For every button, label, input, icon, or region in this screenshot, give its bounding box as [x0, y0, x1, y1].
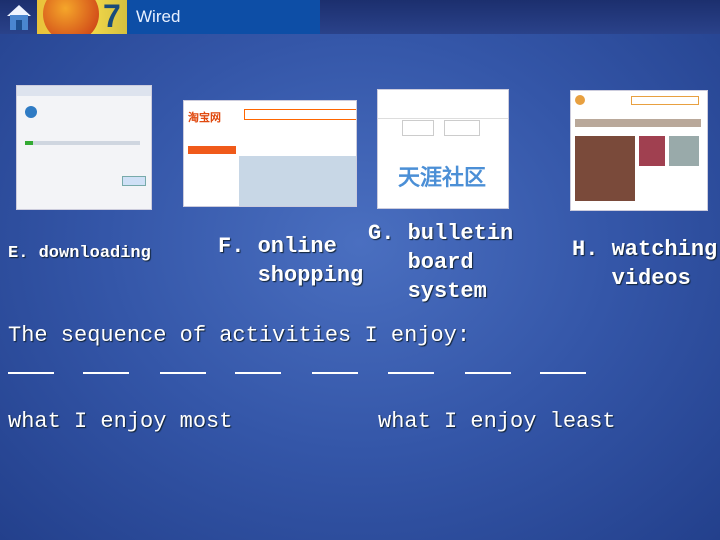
taobao-website-screenshot: 淘宝网	[183, 100, 357, 207]
answer-blank-2	[83, 372, 129, 374]
most-label: what I enjoy most	[8, 409, 233, 434]
answer-blank-5	[312, 372, 358, 374]
caption-bulletin-board: G. bulletin board system	[368, 221, 514, 304]
home-icon[interactable]	[6, 3, 32, 31]
header-band: Wired	[127, 0, 320, 34]
caption-watching-videos: H. watching videos	[572, 237, 718, 291]
caption-online-shopping: F. online shopping	[218, 234, 364, 288]
answer-blank-6	[388, 372, 434, 374]
download-dialog-screenshot	[16, 85, 152, 210]
logo-text: Wired	[136, 7, 181, 26]
globe-logo: 7	[37, 0, 127, 34]
tianya-forum-screenshot: 天涯社区	[377, 89, 509, 209]
sequence-prompt: The sequence of activities I enjoy:	[8, 323, 471, 348]
caption-downloading: E. downloading	[8, 244, 151, 263]
video-website-screenshot	[570, 90, 708, 211]
least-label: what I enjoy least	[378, 409, 616, 434]
answer-blank-7	[465, 372, 511, 374]
answer-blank-8	[540, 372, 586, 374]
answer-blank-4	[235, 372, 281, 374]
answer-blank-3	[160, 372, 206, 374]
answer-blank-1	[8, 372, 54, 374]
